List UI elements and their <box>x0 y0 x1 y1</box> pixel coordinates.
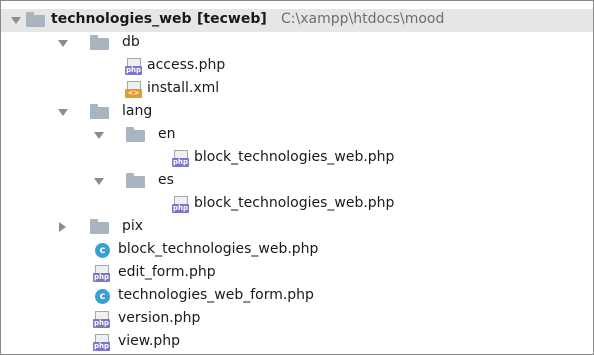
folder-icon <box>126 127 145 142</box>
folder-icon <box>90 219 109 234</box>
collapse-arrow-icon[interactable] <box>59 222 66 232</box>
folder-icon <box>26 12 45 27</box>
expand-arrow-icon[interactable] <box>94 132 104 139</box>
tree-node-lang[interactable]: lang <box>1 101 593 124</box>
folder-icon <box>90 35 109 50</box>
tree-node-root[interactable]: technologies_web [tecweb] C:\xampp\htdoc… <box>1 9 593 32</box>
folder-name: lang <box>122 103 153 119</box>
tree-node-es[interactable]: es <box>1 170 593 193</box>
xml-file-icon: <> <box>125 81 143 99</box>
php-file-icon: php <box>93 334 111 352</box>
file-name: access.php <box>147 57 226 73</box>
tree-node-en[interactable]: en <box>1 124 593 147</box>
folder-name: pix <box>122 218 144 234</box>
class-file-icon: c <box>95 243 110 258</box>
root-folder-name: technologies_web <box>51 11 192 27</box>
file-name: view.php <box>118 333 181 349</box>
php-file-icon: php <box>93 265 111 283</box>
tree-node-form-php[interactable]: c technologies_web_form.php <box>1 285 593 308</box>
tree-node-install-xml[interactable]: <> install.xml <box>1 78 593 101</box>
file-name: block_technologies_web.php <box>194 195 395 211</box>
class-file-icon: c <box>95 289 110 304</box>
tree-node-access-php[interactable]: php access.php <box>1 55 593 78</box>
file-name: edit_form.php <box>118 264 216 280</box>
tree-node-view-php[interactable]: php view.php <box>1 331 593 354</box>
folder-icon <box>126 173 145 188</box>
folder-name: en <box>158 126 176 142</box>
root-path: C:\xampp\htdocs\mood <box>281 11 445 27</box>
file-name: block_technologies_web.php <box>118 241 319 257</box>
tree-node-edit-form-php[interactable]: php edit_form.php <box>1 262 593 285</box>
tree-node-pix[interactable]: pix <box>1 216 593 239</box>
tree-node-db[interactable]: db <box>1 32 593 55</box>
tree-node-version-php[interactable]: php version.php <box>1 308 593 331</box>
file-name: technologies_web_form.php <box>118 287 314 303</box>
expand-arrow-icon[interactable] <box>58 109 68 116</box>
tree-node-en-block-php[interactable]: php block_technologies_web.php <box>1 147 593 170</box>
tree-node-es-block-php[interactable]: php block_technologies_web.php <box>1 193 593 216</box>
folder-name: es <box>158 172 174 188</box>
expand-arrow-icon[interactable] <box>11 17 21 24</box>
expand-arrow-icon[interactable] <box>94 178 104 185</box>
root-module-name: [tecweb] <box>197 11 267 27</box>
file-name: version.php <box>118 310 201 326</box>
expand-arrow-icon[interactable] <box>58 40 68 47</box>
folder-name: db <box>122 34 140 50</box>
php-file-icon: php <box>172 150 190 168</box>
project-tree-panel: technologies_web [tecweb] C:\xampp\htdoc… <box>0 0 594 355</box>
file-name: install.xml <box>147 80 220 96</box>
php-file-icon: php <box>172 196 190 214</box>
folder-icon <box>90 104 109 119</box>
tree-node-block-php[interactable]: c block_technologies_web.php <box>1 239 593 262</box>
php-file-icon: php <box>93 311 111 329</box>
php-file-icon: php <box>125 58 143 76</box>
file-name: block_technologies_web.php <box>194 149 395 165</box>
